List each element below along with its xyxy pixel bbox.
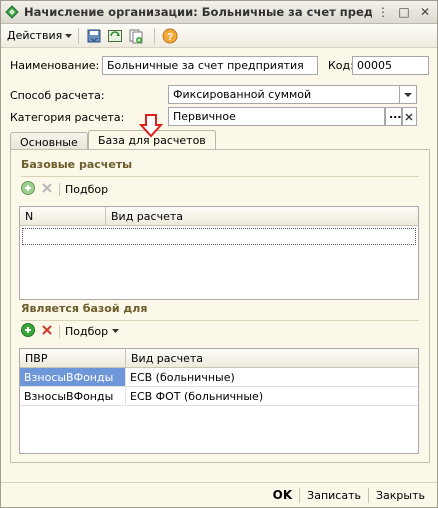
column-header-calc-kind[interactable]: Вид расчета [126,349,418,367]
toolbar-separator [59,182,60,196]
clear-x-icon [405,113,413,121]
table-row[interactable]: ВзносыВФонды ЕСВ (больничные) [20,368,418,387]
code-field[interactable]: 00005 [352,56,429,75]
red-arrow-icon [139,114,163,138]
window-menu-button[interactable]: ⋮ [375,5,391,19]
svg-text:?: ? [167,32,173,43]
code-label: Код: [328,59,354,72]
is-base-section-title: Является базой для [21,302,148,315]
category-select-button[interactable]: ... [385,107,402,126]
base-select-button[interactable]: Подбор [65,183,108,196]
toolbar-separator [59,324,60,338]
table-header: N Вид расчета [20,207,418,226]
name-field[interactable]: Больничные за счет предприятия [102,56,318,75]
is-base-toolbar: Подбор [21,322,120,340]
toolbar-separator [154,27,156,44]
footer-separator [299,487,301,503]
app-icon [5,5,19,19]
base-calc-toolbar: Подбор [21,180,108,198]
window-title: Начисление организации: Больничные за сч… [24,5,372,19]
base-calc-table: N Вид расчета [19,206,419,300]
ok-button[interactable]: OK [269,488,297,502]
pvr-cell[interactable]: ВзносыВФонды [20,368,126,386]
close-button[interactable]: Закрыть [372,489,429,502]
category-field[interactable]: Первичное [168,107,385,126]
is-base-select-button[interactable]: Подбор [65,325,108,338]
method-dropdown-button[interactable] [399,85,417,104]
actions-menu-button[interactable]: Действия [7,29,73,42]
category-clear-button[interactable] [402,107,417,126]
save-and-close-icon[interactable] [85,27,103,45]
column-header-pvr[interactable]: ПВР [20,349,126,367]
table-header: ПВР Вид расчета [20,349,418,368]
name-label: Наименование: [10,59,100,72]
column-header-calc-kind[interactable]: Вид расчета [106,207,418,225]
base-calc-section-title: Базовые расчеты [21,158,133,171]
maximize-button[interactable]: □ [396,5,412,19]
calc-kind-cell[interactable]: ЕСВ ФОТ (больничные) [126,387,418,405]
help-icon[interactable]: ? [161,27,179,45]
section-divider [21,320,419,321]
table-empty-focus-row[interactable] [22,228,416,245]
footer-separator [368,487,369,503]
method-select[interactable]: Фиксированной суммой [168,85,417,104]
add-row-icon[interactable] [21,322,35,340]
actions-menu-label: Действия [7,29,63,42]
chevron-down-icon [404,93,412,97]
add-row-icon[interactable] [21,180,35,198]
toolbar: Действия ? [1,24,437,48]
delete-row-icon[interactable] [41,182,53,197]
window: Начисление организации: Больничные за сч… [0,0,438,508]
refresh-icon[interactable] [106,27,124,45]
category-label: Категория расчета: [10,111,125,124]
column-header-n[interactable]: N [20,207,106,225]
save-button[interactable]: Записать [303,489,365,502]
is-base-table: ПВР Вид расчета ВзносыВФонды ЕСВ (больни… [19,348,419,454]
method-label: Способ расчета: [10,89,105,102]
toolbar-separator [78,27,80,44]
section-divider [21,176,419,177]
calc-kind-cell[interactable]: ЕСВ (больничные) [126,368,418,386]
title-bar: Начисление организации: Больничные за сч… [1,1,437,24]
table-row[interactable]: ВзносыВФонды ЕСВ ФОТ (больничные) [20,387,418,406]
tab-panel: Базовые расчеты Подбор N Вид расчета Явл… [10,149,430,463]
pvr-cell[interactable]: ВзносыВФонды [20,387,126,405]
delete-row-icon[interactable] [41,324,53,339]
dropdown-arrow-icon [112,329,120,333]
copy-icon[interactable] [127,27,145,45]
footer-bar: OK Записать Закрыть [1,482,437,507]
close-window-button[interactable]: ✕ [417,5,433,19]
dropdown-arrow-icon [65,33,73,38]
